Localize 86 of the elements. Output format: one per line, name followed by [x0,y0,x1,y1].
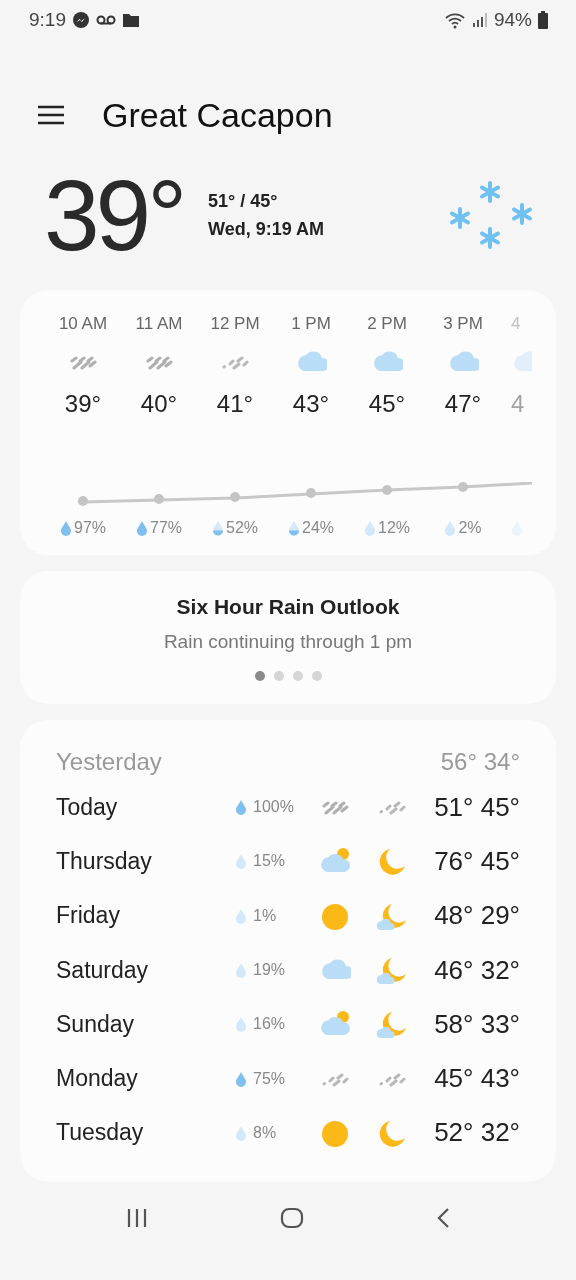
hour-label: 12 PM [210,314,260,335]
back-icon [436,1207,450,1229]
day-name: Today [56,793,119,821]
high-low-temperature: 51° / 45° [208,190,279,213]
page-indicator-dot[interactable] [292,671,303,681]
raindrop-icon [235,907,247,924]
recent-apps-icon [126,1208,148,1228]
precipitation-chance: 77% [150,519,182,537]
day-name: Thursday [56,847,153,875]
hour-temperature: 4 [511,390,525,419]
page-indicator-dot[interactable] [311,671,322,681]
menu-icon [38,105,64,125]
raindrop-icon [235,962,247,979]
precipitation-chance: 1% [253,906,278,925]
day-name: Friday [56,902,121,930]
day-name: Monday [56,1065,139,1093]
hour-label: 10 AM [58,314,108,335]
moon-cloud-icon [376,1009,408,1040]
day-name: Saturday [56,956,150,984]
home-icon [280,1207,304,1229]
raindrop-icon [444,520,457,536]
day-name: Sunday [56,1010,135,1038]
hour-temperature: 39° [64,390,102,419]
moon-cloud-icon [376,955,408,986]
rain-icon [145,354,173,370]
day-name: Tuesday [56,1119,145,1147]
updated-time: Wed, 9:19 AM [208,218,326,241]
hour-temperature: 47° [444,390,482,419]
hour-temperature: 45° [368,390,406,419]
current-temperature: 39° [44,157,185,273]
hour-temperature: 41° [216,390,254,419]
battery-percent: 94% [493,9,532,31]
raindrop-icon [235,1070,247,1087]
precipitation-chance: 75% [253,1069,287,1088]
raindrop-icon [235,799,247,816]
yesterday-label: Yesterday [56,748,162,776]
outlook-text: Rain continuing through 1 pm [163,631,413,653]
raindrop-icon [235,1124,247,1141]
wifi-icon [443,11,466,29]
precipitation-chance: 12% [378,519,410,537]
raindrop-icon [288,520,300,536]
raindrop-icon [212,520,224,536]
raindrop-icon [235,1016,247,1033]
voicemail-icon [96,14,116,26]
chat-bubble-icon [72,11,90,29]
yesterday-temperatures: 56° 34° [440,748,520,776]
location-title: Great Cacapon [102,95,333,135]
precipitation-chance: 8% [253,1123,278,1142]
hour-label: 1 PM [291,314,331,335]
rain-icon [69,354,97,370]
hour-label: 4 [511,314,521,335]
hour-label: 3 PM [443,314,483,335]
page-indicator-dot[interactable] [254,671,265,681]
precipitation-chance: 100% [253,798,295,817]
menu-button[interactable] [38,105,64,125]
precipitation-chance: 16% [253,1015,287,1034]
day-temperatures: 48° 29° [433,900,520,932]
drizzle-icon [221,354,249,370]
raindrop-icon [235,853,247,870]
day-temperatures: 52° 32° [433,1117,520,1149]
day-temperatures: 58° 33° [433,1008,520,1040]
day-temperatures: 76° 45° [433,845,520,877]
day-temperatures: 46° 32° [433,954,520,986]
precipitation-chance: 2% [458,519,482,537]
precipitation-chance: 24% [302,519,334,537]
rain-icon [321,799,349,815]
hour-temperature: 43° [292,390,330,419]
raindrop-icon [60,520,72,536]
hour-label: 11 AM [135,314,183,335]
raindrop-icon [364,520,376,536]
precipitation-chance: 52% [226,519,258,537]
drizzle-icon [378,799,406,816]
page-indicator-dot[interactable] [273,671,284,681]
outlook-title: Six Hour Rain Outlook [176,595,400,619]
hour-label: 2 PM [367,314,407,335]
hour-temperature: 40° [140,390,178,419]
clock-time: 9:19 [29,9,66,31]
folder-icon [122,12,140,28]
precipitation-chance: 15% [253,852,287,871]
day-temperatures: 51° 45° [433,791,520,823]
battery-icon [538,11,548,29]
day-temperatures: 45° 43° [433,1063,520,1095]
precipitation-chance: 19% [253,961,287,980]
precipitation-chance: 97% [74,519,106,537]
signal-icon [471,12,488,28]
raindrop-icon [136,520,148,536]
